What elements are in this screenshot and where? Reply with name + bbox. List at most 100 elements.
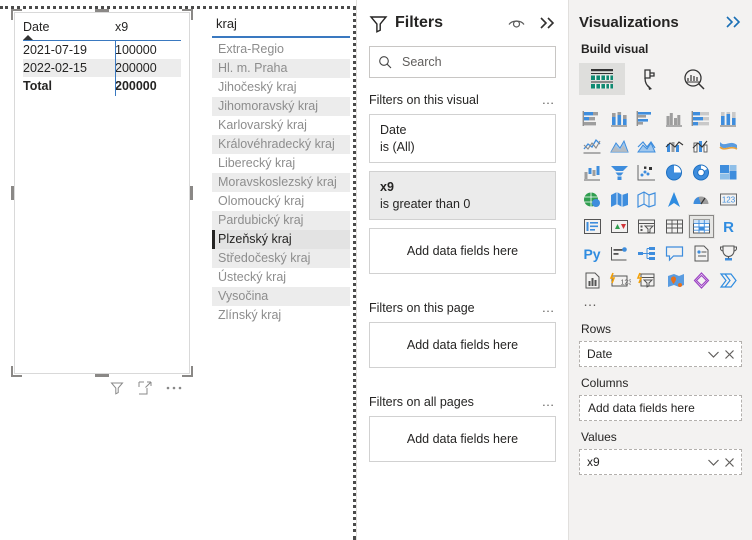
list-item[interactable]: Liberecký kraj xyxy=(212,154,350,173)
selection-handle-left[interactable] xyxy=(11,186,14,200)
section-more-icon[interactable]: … xyxy=(542,394,557,409)
matrix-table[interactable]: Date x9 xyxy=(23,19,181,40)
page-filter-dropzone[interactable]: Add data fields here xyxy=(369,322,556,368)
map-icon[interactable] xyxy=(579,187,606,212)
double-chevron-right-icon[interactable] xyxy=(725,15,742,29)
list-item[interactable]: Zlínský kraj xyxy=(212,306,350,325)
r-script-visual-icon[interactable]: R xyxy=(715,214,742,239)
zebra-bi-icon[interactable] xyxy=(715,268,742,293)
table-row[interactable]: 2022-02-15 200000 xyxy=(23,58,181,78)
multi-row-card-icon[interactable] xyxy=(579,214,606,239)
scatter-chart-icon[interactable] xyxy=(633,160,660,185)
decomposition-tree-icon[interactable] xyxy=(633,241,660,266)
matrix-icon[interactable] xyxy=(687,214,715,239)
visual-toolbar[interactable] xyxy=(110,377,194,399)
selection-handle-right[interactable] xyxy=(190,186,193,200)
remove-field-icon[interactable] xyxy=(722,349,737,360)
filled-map-icon[interactable] xyxy=(606,187,633,212)
list-item-selected[interactable]: Plzeňský kraj xyxy=(212,229,350,249)
list-item[interactable]: Vysočina xyxy=(212,286,350,306)
list-item[interactable]: Pardubický kraj xyxy=(212,210,350,230)
smart-narrative-icon[interactable] xyxy=(688,241,715,266)
matrix-body[interactable]: 2021-07-19 100000 2022-02-15 200000 Tota… xyxy=(23,40,181,96)
list-item[interactable]: Středočeský kraj xyxy=(212,248,350,268)
all-pages-filter-dropzone[interactable]: Add data fields here xyxy=(369,416,556,462)
ribbon-chart-icon[interactable] xyxy=(715,133,742,158)
selection-handle-top-right[interactable] xyxy=(182,9,193,20)
slicer-icon[interactable] xyxy=(633,214,660,239)
visio-icon[interactable] xyxy=(688,268,715,293)
waterfall-chart-icon[interactable] xyxy=(579,160,606,185)
clustered-bar-chart-icon[interactable] xyxy=(633,106,660,131)
line-clustered-column-chart-icon[interactable] xyxy=(688,133,715,158)
selection-handle-top[interactable] xyxy=(95,9,109,12)
filter-icon[interactable] xyxy=(110,381,124,395)
python-visual-icon[interactable]: Py xyxy=(579,241,606,266)
section-more-icon[interactable]: … xyxy=(542,92,557,107)
selection-handle-bottom-left[interactable] xyxy=(11,366,22,377)
pie-chart-icon[interactable] xyxy=(660,160,687,185)
gauge-icon[interactable] xyxy=(688,187,715,212)
list-item[interactable]: Jihomoravský kraj xyxy=(212,96,350,116)
clustered-column-chart-icon[interactable] xyxy=(660,106,687,131)
area-chart-icon[interactable] xyxy=(606,133,633,158)
kpi-icon[interactable] xyxy=(606,214,633,239)
treemap-icon[interactable] xyxy=(715,160,742,185)
format-visual-tab[interactable] xyxy=(625,63,671,95)
list-item[interactable]: Extra-Regio xyxy=(212,40,350,59)
double-chevron-right-icon[interactable] xyxy=(539,16,556,30)
stacked-bar-chart-icon[interactable] xyxy=(579,106,606,131)
matrix-column-header-x9[interactable]: x9 xyxy=(115,19,181,40)
line-stacked-column-chart-icon[interactable] xyxy=(660,133,687,158)
search-input[interactable] xyxy=(400,54,547,70)
funnel-chart-icon[interactable] xyxy=(606,160,633,185)
list-item[interactable]: Jihočeský kraj xyxy=(212,78,350,97)
power-automate-icon[interactable] xyxy=(633,268,660,293)
visual-type-gallery[interactable]: 123 R Py 123 xyxy=(579,106,742,293)
visual-filter-dropzone[interactable]: Add data fields here xyxy=(369,228,556,274)
donut-chart-icon[interactable] xyxy=(688,160,715,185)
focus-mode-icon[interactable] xyxy=(138,381,152,395)
more-visuals-icon[interactable]: … xyxy=(579,293,742,313)
list-item[interactable]: Karlovarský kraj xyxy=(212,116,350,135)
remove-field-icon[interactable] xyxy=(722,457,737,468)
qa-visual-icon[interactable] xyxy=(660,241,687,266)
report-canvas[interactable]: Date x9 2021-07-19 100000 2022-02-15 200… xyxy=(0,0,356,540)
stacked-area-chart-icon[interactable] xyxy=(633,133,660,158)
filter-card-x9[interactable]: x9 is greater than 0 xyxy=(369,171,556,220)
matrix-visual[interactable]: Date x9 2021-07-19 100000 2022-02-15 200… xyxy=(14,12,190,374)
list-item[interactable]: Hl. m. Praha xyxy=(212,58,350,78)
list-item[interactable]: Ústecký kraj xyxy=(212,268,350,287)
rows-well[interactable]: Date xyxy=(579,341,742,367)
card-number-icon[interactable]: 123 xyxy=(715,187,742,212)
metrics-icon[interactable] xyxy=(715,241,742,266)
paginated-report-icon[interactable] xyxy=(579,268,606,293)
selection-handle-bottom-right[interactable] xyxy=(182,366,193,377)
list-item[interactable]: Olomoucký kraj xyxy=(212,192,350,211)
line-chart-icon[interactable] xyxy=(579,133,606,158)
section-more-icon[interactable]: … xyxy=(542,300,557,315)
arcgis-map-icon[interactable] xyxy=(660,268,687,293)
100-stacked-bar-chart-icon[interactable] xyxy=(688,106,715,131)
more-options-icon[interactable] xyxy=(166,385,182,391)
table-row[interactable]: 2021-07-19 100000 xyxy=(23,40,181,60)
table-icon[interactable] xyxy=(660,214,687,239)
sort-ascending-icon[interactable] xyxy=(23,35,33,40)
list-item[interactable]: Královéhradecký kraj xyxy=(212,134,350,154)
filter-card-date[interactable]: Date is (All) xyxy=(369,114,556,163)
azure-map-icon[interactable] xyxy=(660,187,687,212)
selection-handle-bottom[interactable] xyxy=(95,374,109,377)
list-item[interactable]: Moravskoslezský kraj xyxy=(212,172,350,192)
stacked-column-chart-icon[interactable] xyxy=(606,106,633,131)
100-stacked-column-chart-icon[interactable] xyxy=(715,106,742,131)
selection-handle-top-left[interactable] xyxy=(11,9,22,20)
kraj-slicer[interactable]: kraj Extra-Regio Hl. m. Praha Jihočeský … xyxy=(212,14,350,325)
chevron-down-icon[interactable] xyxy=(705,350,722,359)
eye-icon[interactable] xyxy=(508,17,525,30)
key-influencers-icon[interactable] xyxy=(606,241,633,266)
chevron-down-icon[interactable] xyxy=(705,458,722,467)
filters-search-box[interactable] xyxy=(369,46,556,78)
build-visual-tab[interactable] xyxy=(579,63,625,95)
values-well[interactable]: x9 xyxy=(579,449,742,475)
matrix-column-header-date[interactable]: Date xyxy=(23,19,115,40)
